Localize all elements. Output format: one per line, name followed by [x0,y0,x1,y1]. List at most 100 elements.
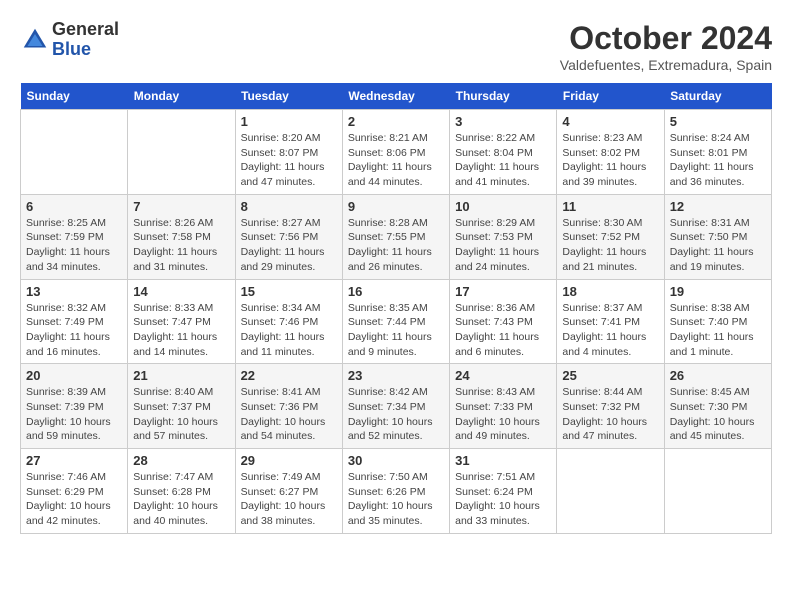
day-number: 22 [241,368,337,383]
calendar-cell: 11Sunrise: 8:30 AMSunset: 7:52 PMDayligh… [557,194,664,279]
day-info: Sunrise: 8:26 AMSunset: 7:58 PMDaylight:… [133,216,229,275]
calendar-cell [21,110,128,195]
week-row-2: 6 Sunrise: 8:25 AMSunset: 7:59 PMDaylight… [21,194,772,279]
logo: General Blue [20,20,119,60]
day-info: Sunrise: 8:24 AMSunset: 8:01 PMDaylight:… [670,131,766,190]
day-number: 3 [455,114,551,129]
calendar-cell: 23Sunrise: 8:42 AMSunset: 7:34 PMDayligh… [342,364,449,449]
calendar-table: SundayMondayTuesdayWednesdayThursdayFrid… [20,83,772,534]
day-number: 21 [133,368,229,383]
day-info: Sunrise: 8:35 AMSunset: 7:44 PMDaylight:… [348,301,444,360]
calendar-cell: 31 Sunrise: 7:51 AMSunset: 6:24 PMDayligh… [450,449,557,534]
header-row: SundayMondayTuesdayWednesdayThursdayFrid… [21,83,772,110]
calendar-cell: 1Sunrise: 8:20 AMSunset: 8:07 PMDaylight… [235,110,342,195]
calendar-cell: 3 Sunrise: 8:22 AMSunset: 8:04 PMDaylight… [450,110,557,195]
header-sunday: Sunday [21,83,128,110]
calendar-cell: 2 Sunrise: 8:21 AMSunset: 8:06 PMDaylight… [342,110,449,195]
day-number: 31 [455,453,551,468]
week-row-4: 20 Sunrise: 8:39 AMSunset: 7:39 PMDayligh… [21,364,772,449]
day-number: 28 [133,453,229,468]
day-info: Sunrise: 7:47 AMSunset: 6:28 PMDaylight:… [133,470,229,529]
header-wednesday: Wednesday [342,83,449,110]
day-info: Sunrise: 8:40 AMSunset: 7:37 PMDaylight:… [133,385,229,444]
week-row-3: 13 Sunrise: 8:32 AMSunset: 7:49 PMDayligh… [21,279,772,364]
week-row-5: 27Sunrise: 7:46 AMSunset: 6:29 PMDayligh… [21,449,772,534]
day-number: 12 [670,199,766,214]
calendar-cell: 25 Sunrise: 8:44 AMSunset: 7:32 PMDayligh… [557,364,664,449]
calendar-cell: 15 Sunrise: 8:34 AMSunset: 7:46 PMDayligh… [235,279,342,364]
day-number: 16 [348,284,444,299]
day-info: Sunrise: 8:29 AMSunset: 7:53 PMDaylight:… [455,216,551,275]
day-number: 27 [26,453,122,468]
calendar-cell: 27Sunrise: 7:46 AMSunset: 6:29 PMDayligh… [21,449,128,534]
day-number: 7 [133,199,229,214]
day-number: 26 [670,368,766,383]
calendar-cell: 18Sunrise: 8:37 AMSunset: 7:41 PMDayligh… [557,279,664,364]
calendar-cell: 4Sunrise: 8:23 AMSunset: 8:02 PMDaylight… [557,110,664,195]
calendar-cell [128,110,235,195]
day-info: Sunrise: 8:41 AMSunset: 7:36 PMDaylight:… [241,385,337,444]
header-saturday: Saturday [664,83,771,110]
header-thursday: Thursday [450,83,557,110]
calendar-cell: 5Sunrise: 8:24 AMSunset: 8:01 PMDaylight… [664,110,771,195]
day-info: Sunrise: 8:28 AMSunset: 7:55 PMDaylight:… [348,216,444,275]
calendar-cell: 24 Sunrise: 8:43 AMSunset: 7:33 PMDayligh… [450,364,557,449]
logo-text: General Blue [52,20,119,60]
calendar-cell: 9 Sunrise: 8:28 AMSunset: 7:55 PMDaylight… [342,194,449,279]
day-number: 20 [26,368,122,383]
day-info: Sunrise: 8:45 AMSunset: 7:30 PMDaylight:… [670,385,766,444]
calendar-cell: 8Sunrise: 8:27 AMSunset: 7:56 PMDaylight… [235,194,342,279]
day-info: Sunrise: 8:36 AMSunset: 7:43 PMDaylight:… [455,301,551,360]
calendar-cell: 26 Sunrise: 8:45 AMSunset: 7:30 PMDayligh… [664,364,771,449]
day-number: 13 [26,284,122,299]
day-number: 9 [348,199,444,214]
calendar-cell: 30 Sunrise: 7:50 AMSunset: 6:26 PMDayligh… [342,449,449,534]
day-number: 10 [455,199,551,214]
day-number: 14 [133,284,229,299]
logo-general: General [52,20,119,40]
day-info: Sunrise: 8:43 AMSunset: 7:33 PMDaylight:… [455,385,551,444]
month-title: October 2024 [560,20,772,57]
day-info: Sunrise: 8:22 AMSunset: 8:04 PMDaylight:… [455,131,551,190]
day-number: 19 [670,284,766,299]
day-info: Sunrise: 8:33 AMSunset: 7:47 PMDaylight:… [133,301,229,360]
day-info: Sunrise: 8:31 AMSunset: 7:50 PMDaylight:… [670,216,766,275]
calendar-cell: 22 Sunrise: 8:41 AMSunset: 7:36 PMDayligh… [235,364,342,449]
day-info: Sunrise: 8:25 AMSunset: 7:59 PMDaylight:… [26,216,122,275]
day-number: 1 [241,114,337,129]
day-info: Sunrise: 8:44 AMSunset: 7:32 PMDaylight:… [562,385,658,444]
header-tuesday: Tuesday [235,83,342,110]
day-info: Sunrise: 8:34 AMSunset: 7:46 PMDaylight:… [241,301,337,360]
calendar-cell: 12 Sunrise: 8:31 AMSunset: 7:50 PMDayligh… [664,194,771,279]
day-number: 29 [241,453,337,468]
calendar-cell: 21 Sunrise: 8:40 AMSunset: 7:37 PMDayligh… [128,364,235,449]
calendar-cell: 14 Sunrise: 8:33 AMSunset: 7:47 PMDayligh… [128,279,235,364]
day-info: Sunrise: 7:49 AMSunset: 6:27 PMDaylight:… [241,470,337,529]
day-info: Sunrise: 8:32 AMSunset: 7:49 PMDaylight:… [26,301,122,360]
day-number: 25 [562,368,658,383]
day-info: Sunrise: 8:21 AMSunset: 8:06 PMDaylight:… [348,131,444,190]
day-number: 6 [26,199,122,214]
calendar-cell: 13 Sunrise: 8:32 AMSunset: 7:49 PMDayligh… [21,279,128,364]
day-info: Sunrise: 8:30 AMSunset: 7:52 PMDaylight:… [562,216,658,275]
day-number: 15 [241,284,337,299]
header-friday: Friday [557,83,664,110]
day-number: 4 [562,114,658,129]
calendar-cell: 17 Sunrise: 8:36 AMSunset: 7:43 PMDayligh… [450,279,557,364]
title-area: October 2024 Valdefuentes, Extremadura, … [560,20,772,73]
calendar-cell: 6 Sunrise: 8:25 AMSunset: 7:59 PMDaylight… [21,194,128,279]
calendar-cell [557,449,664,534]
location-subtitle: Valdefuentes, Extremadura, Spain [560,57,772,73]
day-number: 17 [455,284,551,299]
logo-blue: Blue [52,40,119,60]
week-row-1: 1Sunrise: 8:20 AMSunset: 8:07 PMDaylight… [21,110,772,195]
day-number: 24 [455,368,551,383]
day-info: Sunrise: 8:39 AMSunset: 7:39 PMDaylight:… [26,385,122,444]
calendar-cell: 28 Sunrise: 7:47 AMSunset: 6:28 PMDayligh… [128,449,235,534]
day-number: 30 [348,453,444,468]
day-number: 2 [348,114,444,129]
day-info: Sunrise: 7:50 AMSunset: 6:26 PMDaylight:… [348,470,444,529]
calendar-cell: 29 Sunrise: 7:49 AMSunset: 6:27 PMDayligh… [235,449,342,534]
day-info: Sunrise: 7:51 AMSunset: 6:24 PMDaylight:… [455,470,551,529]
header-monday: Monday [128,83,235,110]
